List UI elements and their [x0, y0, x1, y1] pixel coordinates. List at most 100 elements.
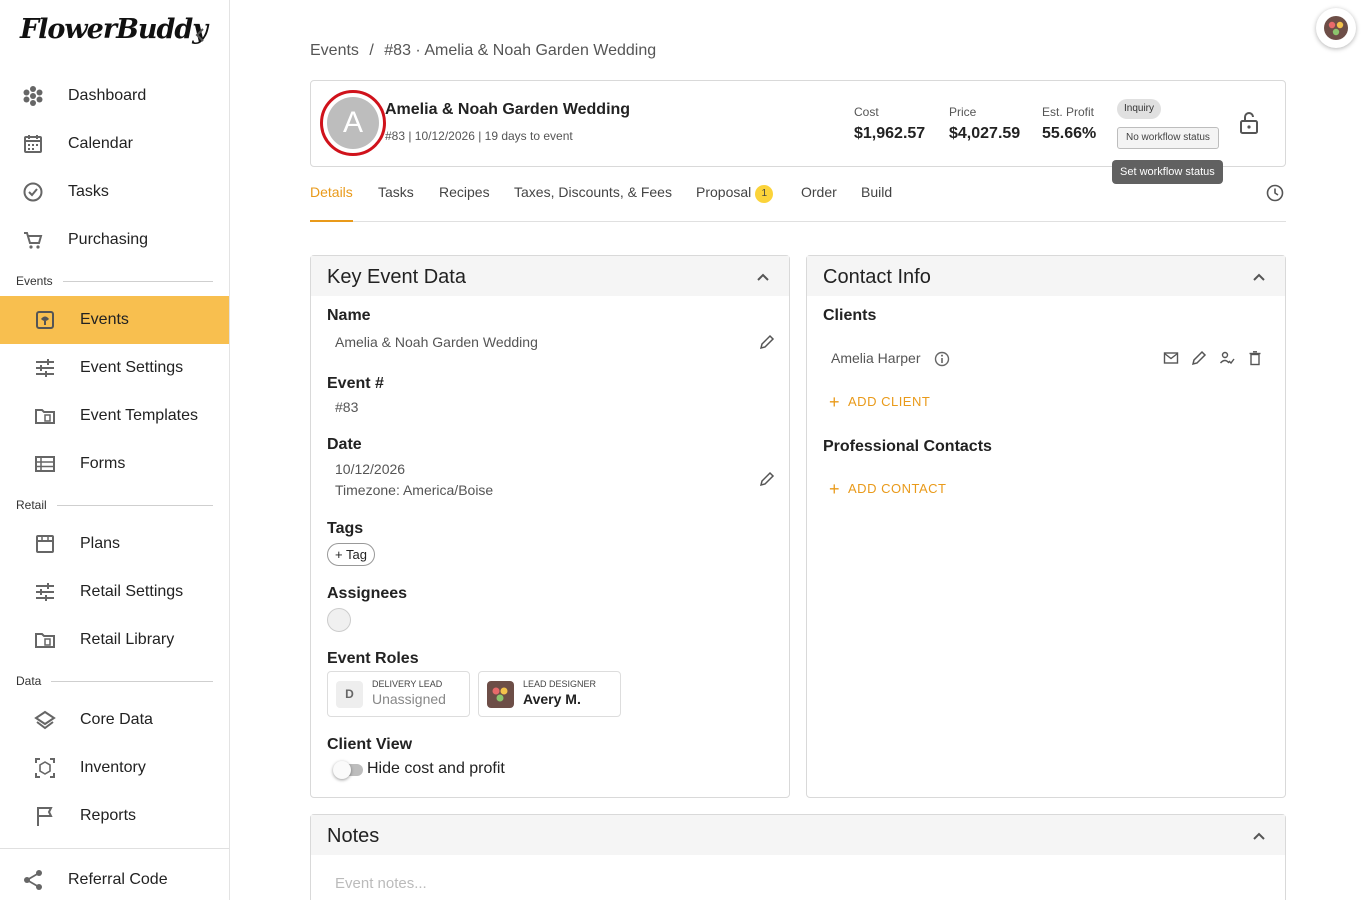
profit-value: 55.66%	[1042, 125, 1097, 142]
card-title: Contact Info	[823, 266, 931, 288]
sidebar-item-label: Events	[80, 311, 129, 328]
tab-label: Proposal	[696, 184, 752, 200]
proposal-count-badge: 1	[755, 185, 774, 203]
tab-order[interactable]: Order	[801, 184, 837, 222]
section-title: Events	[16, 274, 53, 288]
role-lead-designer[interactable]: LEAD DESIGNER Avery M.	[478, 671, 621, 717]
layers-icon	[34, 710, 56, 730]
sidebar-item-event-templates[interactable]: Event Templates	[0, 392, 229, 440]
flag-icon	[37, 807, 53, 826]
pencil-icon[interactable]	[1191, 350, 1207, 366]
sidebar-divider	[0, 848, 229, 849]
add-tag-button[interactable]: + Tag	[327, 543, 375, 566]
sidebar-item-referral-code[interactable]: Referral Code	[0, 856, 229, 900]
add-client-label: ADD CLIENT	[848, 394, 931, 409]
sidebar-item-purchasing[interactable]: Purchasing	[0, 216, 229, 264]
client-name[interactable]: Amelia Harper	[831, 350, 920, 366]
clients-label: Clients	[823, 307, 877, 324]
history-icon[interactable]	[1266, 184, 1284, 202]
sidebar-item-forms[interactable]: Forms	[0, 440, 229, 488]
app-logo: FlowerBuddy	[20, 14, 208, 45]
folder-icon	[35, 633, 55, 648]
signature-icon[interactable]	[1219, 350, 1235, 366]
card-title: Key Event Data	[327, 266, 466, 288]
cart-icon	[24, 232, 43, 249]
sidebar-item-dashboard[interactable]: Dashboard	[0, 72, 229, 120]
user-avatar-button[interactable]	[1316, 8, 1356, 48]
card-header: Contact Info	[807, 256, 1285, 296]
chevron-up-icon[interactable]	[1251, 828, 1267, 844]
add-contact-button[interactable]: + ADD CONTACT	[829, 479, 946, 500]
avatar[interactable]: A	[327, 97, 379, 149]
cube-scan-icon	[35, 758, 55, 778]
tab-label: Build	[861, 184, 893, 200]
card-header: Notes	[311, 815, 1285, 855]
tab-tasks[interactable]: Tasks	[378, 184, 414, 222]
pencil-icon[interactable]	[759, 471, 775, 487]
storefront-icon	[36, 535, 54, 553]
sidebar-item-calendar[interactable]: Calendar	[0, 120, 229, 168]
pencil-icon[interactable]	[759, 334, 775, 350]
event-subtitle: #83 | 10/12/2026 | 19 days to event	[385, 129, 573, 143]
chevron-up-icon[interactable]	[755, 269, 771, 285]
flower-icon	[23, 86, 43, 106]
sidebar-item-label: Event Settings	[80, 359, 184, 376]
info-icon[interactable]	[934, 351, 950, 367]
sliders-icon	[36, 583, 54, 601]
sidebar-item-events[interactable]: Events	[0, 296, 229, 344]
tab-label: Recipes	[439, 184, 490, 200]
tab-proposal[interactable]: Proposal 1	[696, 184, 774, 222]
price-label: Price	[949, 105, 977, 119]
sidebar: FlowerBuddy Dashboard Calendar Tasks Pur…	[0, 0, 230, 900]
role-initial: D	[336, 681, 363, 708]
role-delivery-lead[interactable]: D DELIVERY LEAD Unassigned	[327, 671, 470, 717]
breadcrumb-root[interactable]: Events	[310, 42, 359, 59]
hide-cost-label: Hide cost and profit	[367, 760, 505, 777]
hide-cost-toggle[interactable]	[333, 761, 363, 779]
mail-icon[interactable]	[1163, 350, 1179, 366]
notes-card: Notes Event notes...	[310, 814, 1286, 900]
sidebar-item-label: Calendar	[68, 135, 133, 152]
sidebar-item-retail-library[interactable]: Retail Library	[0, 616, 229, 664]
status-badge[interactable]: Inquiry	[1117, 99, 1162, 119]
role-key: LEAD DESIGNER	[523, 679, 597, 689]
profit-stat: Est. Profit 55.66%	[1042, 105, 1096, 143]
trash-icon[interactable]	[1247, 350, 1263, 366]
event-number-label: Event #	[327, 375, 384, 392]
workflow-status-button[interactable]: No workflow status	[1117, 127, 1219, 149]
cost-value: $1,962.57	[854, 125, 926, 142]
cost-label: Cost	[854, 105, 879, 119]
tab-taxes[interactable]: Taxes, Discounts, & Fees	[514, 184, 672, 222]
tab-recipes[interactable]: Recipes	[439, 184, 490, 222]
tab-build[interactable]: Build	[861, 184, 892, 222]
tab-details[interactable]: Details	[310, 184, 353, 222]
sidebar-item-core-data[interactable]: Core Data	[0, 696, 229, 744]
event-title: Amelia & Noah Garden Wedding	[385, 101, 631, 118]
lock-icon[interactable]	[1239, 111, 1259, 135]
sidebar-item-label: Tasks	[68, 183, 109, 200]
event-number-value: #83	[335, 399, 359, 415]
role-key: DELIVERY LEAD	[372, 679, 443, 689]
assignees-label: Assignees	[327, 585, 408, 602]
sidebar-item-label: Event Templates	[80, 407, 198, 424]
add-contact-label: ADD CONTACT	[848, 481, 947, 496]
check-circle-icon	[23, 182, 43, 202]
sidebar-item-retail-settings[interactable]: Retail Settings	[0, 568, 229, 616]
sidebar-item-reports[interactable]: Reports	[0, 792, 229, 840]
sidebar-item-event-settings[interactable]: Event Settings	[0, 344, 229, 392]
section-retail: Retail	[16, 498, 213, 512]
assignee-placeholder-avatar[interactable]	[327, 608, 351, 632]
sidebar-item-inventory[interactable]: Inventory	[0, 744, 229, 792]
client-view-label: Client View	[327, 736, 413, 753]
tab-label: Order	[801, 184, 837, 200]
notes-input[interactable]: Event notes...	[335, 875, 427, 892]
sidebar-item-plans[interactable]: Plans	[0, 520, 229, 568]
tab-label: Details	[310, 184, 353, 200]
add-client-button[interactable]: + ADD CLIENT	[829, 392, 930, 413]
chevron-up-icon[interactable]	[1251, 269, 1267, 285]
avatar	[1324, 16, 1348, 40]
chevron-left-icon[interactable]	[192, 26, 210, 44]
sidebar-item-label: Inventory	[80, 759, 146, 776]
sidebar-item-tasks[interactable]: Tasks	[0, 168, 229, 216]
contact-info-card: Contact Info Clients Amelia Harper + ADD …	[806, 255, 1286, 798]
